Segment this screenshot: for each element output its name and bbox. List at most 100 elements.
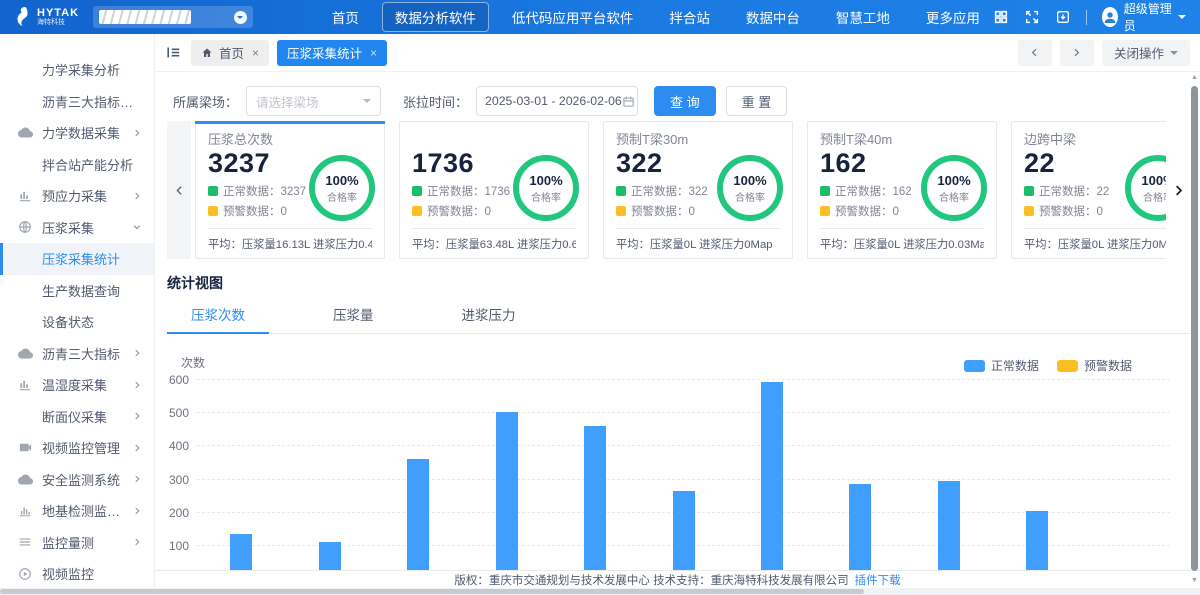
pass-rate-label: 合格率 <box>939 189 969 204</box>
sidebar-item-6[interactable]: 压浆采集 <box>0 212 154 244</box>
yellow-square-icon <box>1024 206 1034 216</box>
nav-item-2[interactable]: 数据分析软件 <box>382 2 489 32</box>
carousel-prev-button[interactable] <box>167 121 191 259</box>
filter-bar: 所属梁场： 请选择梁场 张拉时间： 2025-03-01 - 2026-02-0… <box>167 86 1190 116</box>
summary-card-3[interactable]: 预制T梁30m322正常数据：322预警数据：0100%合格率平均：压浆量0L … <box>603 121 793 259</box>
chart-bar-3[interactable] <box>407 459 429 579</box>
seahorse-logo-icon <box>14 7 31 27</box>
brand-logo[interactable]: HYTAK 海特科技 <box>14 7 79 27</box>
summary-card-2[interactable]: 1736正常数据：1736预警数据：0100%合格率平均：压浆量63.48L 进… <box>399 121 589 259</box>
close-icon[interactable]: × <box>252 46 259 60</box>
reset-button[interactable]: 重 置 <box>726 86 788 116</box>
chart-bar-5[interactable] <box>584 426 606 579</box>
close-operations-dropdown[interactable]: 关闭操作 <box>1102 40 1190 66</box>
page-tab-2[interactable]: 压浆采集统计× <box>277 40 387 66</box>
divider <box>820 228 984 229</box>
chevron-right-icon <box>132 474 142 484</box>
scroll-up-arrow-icon[interactable]: ▲ <box>1190 74 1199 82</box>
carousel-next-button[interactable] <box>1166 121 1190 259</box>
scroll-down-arrow-icon[interactable]: ▼ <box>1190 577 1199 585</box>
warning-data-text: 预警数据：0 <box>835 203 899 219</box>
sidebar-item-15[interactable]: 地基检测监控平台 <box>0 495 154 527</box>
sidebar-item-16[interactable]: 监控量测 <box>0 527 154 559</box>
tabs-scroll-left-button[interactable] <box>1018 40 1052 66</box>
pass-rate-label: 合格率 <box>327 189 357 204</box>
chevron-right-icon <box>132 443 142 453</box>
nav-item-6[interactable]: 智慧工地 <box>823 2 903 32</box>
sidebar-item-2[interactable]: 沥青三大指标分析 <box>0 86 154 118</box>
sidebar-item-14[interactable]: 安全监测系统 <box>0 464 154 496</box>
nav-item-5[interactable]: 数据中台 <box>733 2 813 32</box>
project-select[interactable] <box>93 6 253 28</box>
gridline <box>197 412 1170 413</box>
sidebar-item-9[interactable]: 设备状态 <box>0 306 154 338</box>
query-button[interactable]: 查 询 <box>654 86 716 116</box>
horizontal-scrollbar[interactable] <box>0 588 1200 595</box>
sidebar-item-3[interactable]: 力学数据采集 <box>0 117 154 149</box>
sidebar-item-10[interactable]: 沥青三大指标 <box>0 338 154 370</box>
summary-card-5[interactable]: 边跨中梁22正常数据：22预警数据：0100%合格率平均：压浆量0L 进浆压力0… <box>1011 121 1166 259</box>
plugin-download-link[interactable]: 插件下载 <box>855 572 901 588</box>
project-select-value-redacted <box>99 10 191 24</box>
card-average-text: 平均：压浆量0L 进浆压力0Map <box>616 236 780 252</box>
legend-item-2[interactable]: 预警数据 <box>1057 357 1132 374</box>
summary-cards: 压浆总次数3237正常数据：3237预警数据：0100%合格率平均：压浆量16.… <box>195 121 1166 259</box>
chart-bar-10[interactable] <box>1026 511 1048 579</box>
tabs-scroll-right-button[interactable] <box>1060 40 1094 66</box>
nav-item-3[interactable]: 低代码应用平台软件 <box>499 2 647 32</box>
fullscreen-icon[interactable] <box>1024 9 1040 25</box>
nav-item-4[interactable]: 拌合站 <box>656 2 723 32</box>
stats-tab-2[interactable]: 压浆量 <box>309 295 398 333</box>
menu-icon <box>18 535 34 549</box>
sidebar-item-1[interactable]: 力学采集分析 <box>0 54 154 86</box>
brand-subtitle: 海特科技 <box>37 19 79 27</box>
page-tab-1[interactable]: 首页 × <box>191 40 269 66</box>
sidebar-item-17[interactable]: 视频监控 <box>0 558 154 590</box>
chart-icon <box>18 378 34 392</box>
sidebar-item-8[interactable]: 生产数据查询 <box>0 275 154 307</box>
chart-bar-6[interactable] <box>673 491 695 579</box>
legend-swatch <box>964 360 985 372</box>
chart-bar-7[interactable] <box>761 382 783 579</box>
page-tab-label: 首页 <box>219 43 244 62</box>
chevron-down-icon <box>234 11 247 24</box>
chevron-down-icon <box>363 99 371 107</box>
summary-card-1[interactable]: 压浆总次数3237正常数据：3237预警数据：0100%合格率平均：压浆量16.… <box>195 121 385 259</box>
nav-item-7[interactable]: 更多应用 <box>913 2 993 32</box>
legend-item-1[interactable]: 正常数据 <box>964 357 1039 374</box>
collapse-sidebar-icon[interactable] <box>165 44 182 61</box>
date-range-input[interactable]: 2025-03-01 - 2026-02-06 <box>476 86 638 116</box>
user-name: 超级管理员 <box>1124 0 1172 34</box>
card-title: 边跨中梁 <box>1024 129 1166 148</box>
apps-grid-icon[interactable] <box>993 9 1009 25</box>
sidebar-item-7[interactable]: 压浆采集统计 <box>0 243 154 275</box>
chevron-down-icon <box>132 222 142 232</box>
download-box-icon[interactable] <box>1055 9 1071 25</box>
chart-bar-4[interactable] <box>496 412 518 579</box>
chevron-down-icon <box>1170 51 1178 59</box>
sidebar-item-5[interactable]: 预应力采集 <box>0 180 154 212</box>
sidebar-item-13[interactable]: 视频监控管理 <box>0 432 154 464</box>
sidebar-item-4[interactable]: 拌合站产能分析 <box>0 149 154 181</box>
horizontal-scrollbar-thumb[interactable] <box>0 589 864 594</box>
summary-card-4[interactable]: 预制T梁40m162正常数据：162预警数据：0100%合格率平均：压浆量0L … <box>807 121 997 259</box>
normal-data-text: 正常数据：322 <box>631 183 708 199</box>
card-average-text: 平均：压浆量63.48L 进浆压力0.6Map <box>412 236 576 252</box>
vertical-scrollbar[interactable]: ▲ ▼ <box>1190 74 1199 585</box>
sidebar-item-label: 力学采集分析 <box>42 60 142 79</box>
main-nav-menu: 首页数据分析软件低代码应用平台软件拌合站数据中台智慧工地更多应用 <box>319 2 993 32</box>
site-select[interactable]: 请选择梁场 <box>246 86 381 116</box>
yellow-square-icon <box>412 206 422 216</box>
nav-item-1[interactable]: 首页 <box>319 2 372 32</box>
stats-tab-3[interactable]: 进浆压力 <box>438 295 540 333</box>
sidebar-item-12[interactable]: 断面仪采集 <box>0 401 154 433</box>
y-tick-label: 300 <box>169 473 189 487</box>
close-icon[interactable]: × <box>370 46 377 60</box>
gridline <box>197 479 1170 480</box>
user-menu[interactable]: 超级管理员 <box>1102 0 1186 34</box>
vertical-scrollbar-thumb[interactable] <box>1191 86 1198 571</box>
chart-bar-8[interactable] <box>849 484 871 579</box>
sidebar-item-11[interactable]: 温湿度采集 <box>0 369 154 401</box>
chart-bar-9[interactable] <box>938 481 960 579</box>
stats-tab-1[interactable]: 压浆次数 <box>167 295 269 333</box>
